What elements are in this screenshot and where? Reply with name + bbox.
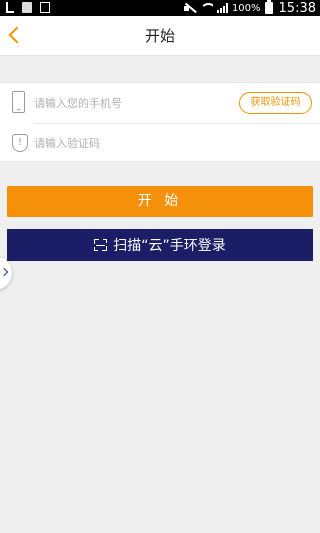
- mute-icon: [183, 3, 196, 13]
- battery-percent: 100%: [231, 2, 261, 14]
- phone-row: 获取验证码: [0, 83, 320, 123]
- status-notification-icons: [6, 2, 50, 13]
- top-nav-bar: 开始: [0, 16, 320, 56]
- phone-icon: [12, 91, 25, 113]
- sd-card-icon: [22, 2, 32, 13]
- chevron-right-icon: [0, 267, 9, 277]
- scan-login-button[interactable]: 扫描“云”手环登录: [7, 229, 313, 261]
- back-button[interactable]: [0, 16, 40, 56]
- start-button[interactable]: 开 始: [7, 186, 313, 217]
- get-code-button[interactable]: 获取验证码: [239, 92, 312, 114]
- verification-code-input[interactable]: [34, 133, 224, 153]
- signal-icon: [216, 3, 228, 13]
- side-drawer-tab[interactable]: [0, 256, 12, 290]
- screenshot-icon: [40, 2, 50, 13]
- scan-icon: [94, 239, 108, 251]
- clock: 15:38: [278, 0, 316, 16]
- status-bar: 100% 15:38: [0, 0, 320, 16]
- usb-icon: [6, 2, 14, 13]
- shield-icon: !: [12, 134, 28, 152]
- status-system-icons: 100% 15:38: [183, 0, 316, 16]
- phone-input[interactable]: [34, 93, 224, 113]
- page-title: 开始: [144, 27, 175, 45]
- code-row: !: [0, 123, 320, 163]
- chevron-left-icon: [8, 26, 26, 44]
- login-form: 获取验证码 !: [0, 82, 320, 162]
- wifi-icon: [199, 3, 213, 13]
- scan-login-label: 扫描“云”手环登录: [113, 238, 226, 254]
- battery-icon: [264, 0, 273, 14]
